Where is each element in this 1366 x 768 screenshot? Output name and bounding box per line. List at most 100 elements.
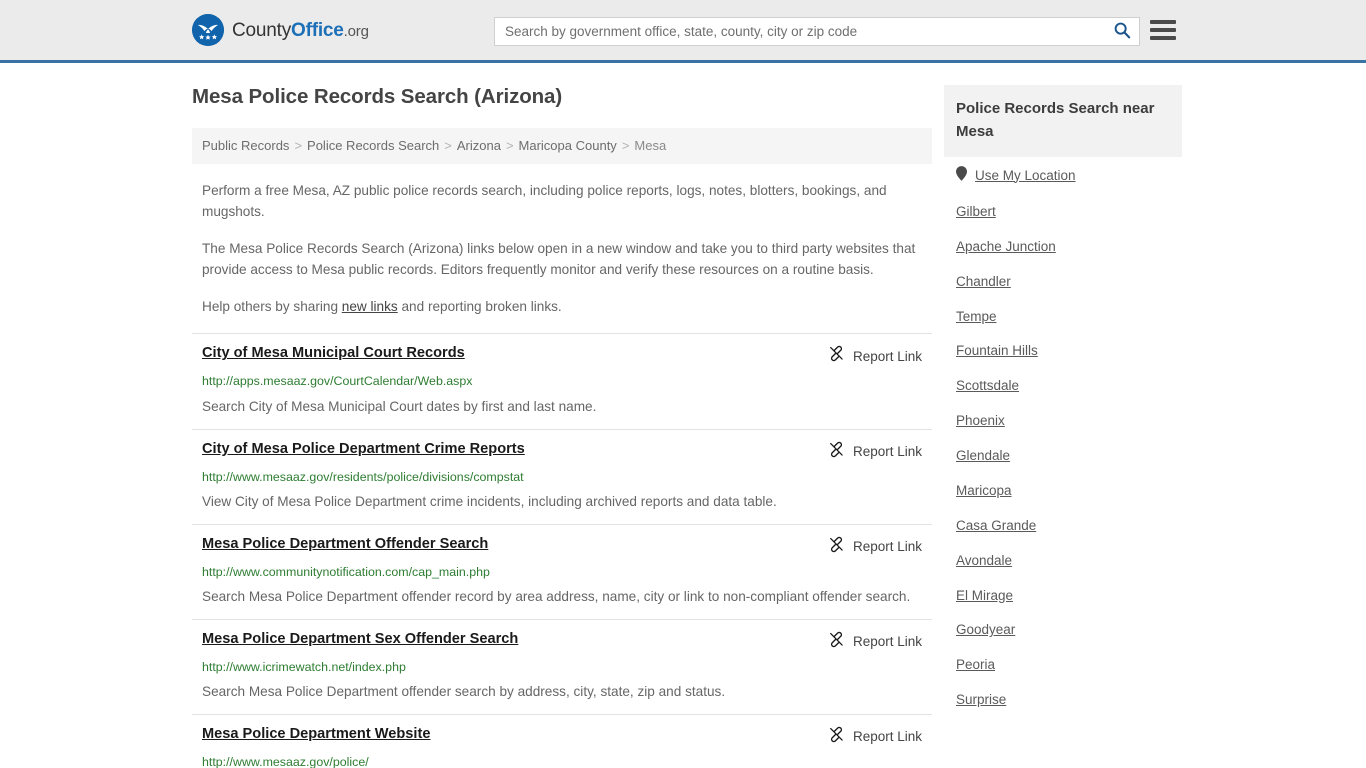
city-link[interactable]: Gilbert <box>956 204 996 221</box>
intro-section: Perform a free Mesa, AZ public police re… <box>192 180 932 317</box>
sidebar-item-city[interactable]: Glendale <box>956 439 1170 474</box>
new-links-link[interactable]: new links <box>342 299 398 314</box>
result-url[interactable]: http://www.icrimewatch.net/index.php <box>202 659 922 675</box>
report-link-button[interactable]: Report Link <box>828 630 922 653</box>
broken-link-icon <box>828 631 845 653</box>
use-my-location-link[interactable]: Use My Location <box>975 168 1076 185</box>
main-column: Mesa Police Records Search (Arizona) Pub… <box>192 85 932 768</box>
sidebar-item-city[interactable]: Apache Junction <box>956 230 1170 265</box>
results-list: City of Mesa Municipal Court Records Repo… <box>192 333 932 768</box>
city-link[interactable]: Goodyear <box>956 622 1015 639</box>
result-url[interactable]: http://apps.mesaaz.gov/CourtCalendar/Web… <box>202 373 922 389</box>
report-link-button[interactable]: Report Link <box>828 440 922 463</box>
intro-paragraph-2: The Mesa Police Records Search (Arizona)… <box>202 241 916 278</box>
sidebar-item-city[interactable]: Peoria <box>956 648 1170 683</box>
breadcrumb: Public Records > Police Records Search > Ari… <box>192 127 932 165</box>
breadcrumb-separator: > <box>444 137 452 153</box>
city-link[interactable]: Fountain Hills <box>956 343 1038 360</box>
report-link-label: Report Link <box>852 444 922 460</box>
result-description: Search Mesa Police Department offender r… <box>202 588 911 604</box>
result-url[interactable]: http://www.communitynotification.com/cap… <box>202 564 922 580</box>
share-text-after: and reporting broken links. <box>397 299 562 315</box>
sidebar-item-use-my-location[interactable]: Use My Location <box>956 157 1170 195</box>
result-header: City of Mesa Municipal Court Records Repo… <box>202 344 922 367</box>
sidebar-item-city[interactable]: El Mirage <box>956 579 1170 614</box>
search-bar[interactable] <box>494 17 1140 46</box>
result-title-link[interactable]: City of Mesa Municipal Court Records <box>202 344 465 362</box>
site-logo[interactable]: CountyOffice.org <box>192 14 369 46</box>
broken-link-icon <box>828 441 845 463</box>
report-link-button[interactable]: Report Link <box>828 535 922 558</box>
breadcrumb-link[interactable]: Arizona <box>457 138 501 153</box>
breadcrumb-link[interactable]: Public Records <box>202 138 289 153</box>
search-input[interactable] <box>495 18 1105 45</box>
brand-text-county: County <box>232 19 292 41</box>
page-title: Mesa Police Records Search (Arizona) <box>192 85 563 108</box>
sidebar-item-city[interactable]: Surprise <box>956 683 1170 718</box>
report-link-label: Report Link <box>852 634 922 650</box>
intro-paragraph-1: Perform a free Mesa, AZ public police re… <box>202 183 887 220</box>
report-link-label: Report Link <box>852 539 922 555</box>
report-link-button[interactable]: Report Link <box>828 344 922 367</box>
site-header: CountyOffice.org <box>0 0 1366 63</box>
share-text-before: Help others by sharing <box>202 299 342 315</box>
sidebar-city-list: Use My Location Gilbert Apache Junction Cha… <box>944 157 1182 718</box>
report-link-label: Report Link <box>852 348 922 364</box>
result-item: Mesa Police Department Website Report Lin… <box>192 715 932 768</box>
report-link-button[interactable]: Report Link <box>828 725 922 748</box>
hamburger-menu-icon[interactable] <box>1150 19 1176 41</box>
sidebar-item-city[interactable]: Scottsdale <box>956 369 1170 404</box>
result-item: Mesa Police Department Sex Offender Sear… <box>192 620 932 715</box>
breadcrumb-separator: > <box>621 137 630 153</box>
breadcrumb-separator: > <box>294 137 303 153</box>
result-description: Search Mesa Police Department offender s… <box>202 683 726 699</box>
result-title-link[interactable]: Mesa Police Department Offender Search <box>202 535 488 553</box>
sidebar-item-city[interactable]: Goodyear <box>956 613 1170 648</box>
result-title-link[interactable]: City of Mesa Police Department Crime Rep… <box>202 440 525 458</box>
sidebar-item-city[interactable]: Phoenix <box>956 404 1170 439</box>
map-pin-icon <box>956 166 967 186</box>
broken-link-icon <box>828 345 845 367</box>
result-title-link[interactable]: Mesa Police Department Website <box>202 725 430 743</box>
brand-text-org: .org <box>343 22 369 40</box>
city-link[interactable]: Tempe <box>956 309 997 326</box>
search-button[interactable] <box>1105 18 1139 45</box>
breadcrumb-link[interactable]: Maricopa County <box>519 138 617 153</box>
result-url[interactable]: http://www.mesaaz.gov/police/ <box>202 754 922 768</box>
city-link[interactable]: Chandler <box>956 274 1011 291</box>
city-link[interactable]: Casa Grande <box>956 518 1036 535</box>
hamburger-bar <box>1150 36 1176 40</box>
sidebar-item-city[interactable]: Gilbert <box>956 195 1170 230</box>
city-link[interactable]: Phoenix <box>956 413 1005 430</box>
city-link[interactable]: Apache Junction <box>956 239 1056 256</box>
result-url[interactable]: http://www.mesaaz.gov/residents/police/d… <box>202 469 922 485</box>
result-header: Mesa Police Department Offender Search Re… <box>202 535 922 558</box>
sidebar-item-city[interactable]: Fountain Hills <box>956 334 1170 369</box>
sidebar-item-city[interactable]: Maricopa <box>956 474 1170 509</box>
hamburger-bar <box>1150 20 1176 24</box>
result-header: Mesa Police Department Sex Offender Sear… <box>202 630 922 653</box>
result-item: City of Mesa Police Department Crime Rep… <box>192 430 932 525</box>
report-link-label: Report Link <box>852 729 922 745</box>
city-link[interactable]: Scottsdale <box>956 378 1019 395</box>
city-link[interactable]: Peoria <box>956 657 995 674</box>
sidebar-item-city[interactable]: Tempe <box>956 300 1170 335</box>
eagle-stars-emblem-icon <box>192 14 224 46</box>
sidebar-item-city[interactable]: Casa Grande <box>956 509 1170 544</box>
city-link[interactable]: Surprise <box>956 692 1006 709</box>
city-link[interactable]: Glendale <box>956 448 1010 465</box>
breadcrumb-separator: > <box>505 137 514 153</box>
city-link[interactable]: Maricopa <box>956 483 1012 500</box>
result-header: City of Mesa Police Department Crime Rep… <box>202 440 922 463</box>
result-description: Search City of Mesa Municipal Court date… <box>202 398 597 414</box>
city-link[interactable]: El Mirage <box>956 588 1013 605</box>
breadcrumb-link[interactable]: Police Records Search <box>307 138 439 153</box>
result-title-link[interactable]: Mesa Police Department Sex Offender Sear… <box>202 630 518 648</box>
sidebar-item-city[interactable]: Chandler <box>956 265 1170 300</box>
header-inner: CountyOffice.org <box>0 0 1366 60</box>
breadcrumb-current: Mesa <box>634 137 667 153</box>
sidebar-item-city[interactable]: Avondale <box>956 544 1170 579</box>
city-link[interactable]: Avondale <box>956 553 1012 570</box>
brand-wordmark: CountyOffice.org <box>232 21 369 40</box>
broken-link-icon <box>828 536 845 558</box>
